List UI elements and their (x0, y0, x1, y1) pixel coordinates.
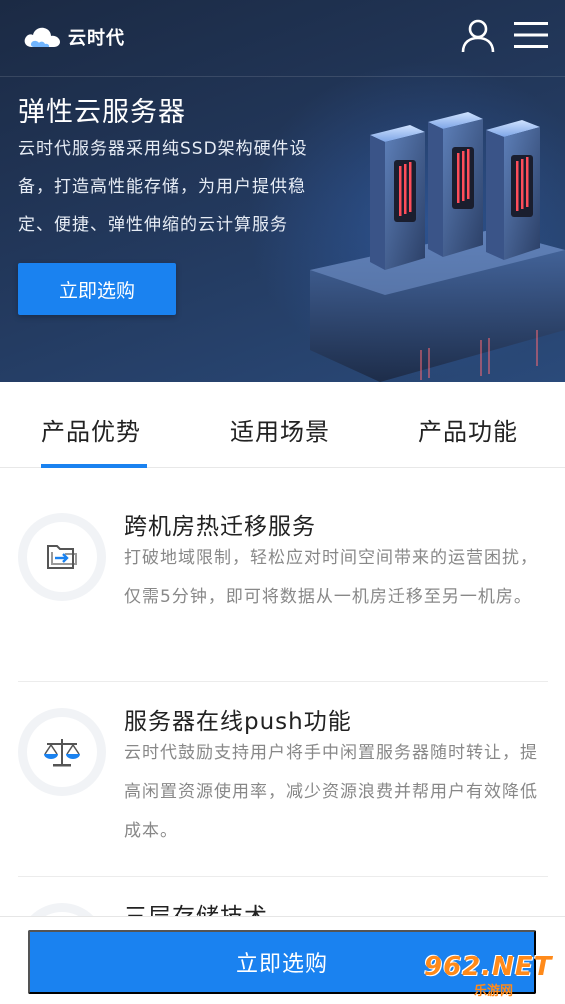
cloud-logo-icon (24, 27, 60, 47)
feature-description: 打破地域限制，轻松应对时间空间带来的运营困扰，仅需5分钟，即可将数据从一机房迁移… (124, 548, 538, 607)
tab-active-indicator (41, 464, 147, 468)
divider (18, 681, 548, 682)
logo[interactable]: 云时代 (22, 24, 125, 50)
hero-title: 弹性云服务器 (18, 97, 186, 128)
user-icon[interactable] (460, 18, 496, 54)
divider (18, 876, 548, 877)
feature-description: 云时代鼓励支持用户将手中闲置服务器随时转让，提高闲置资源使用率，减少资源浪费并帮… (124, 743, 538, 841)
server-rack-illustration (310, 112, 565, 382)
hero-description: 云时代服务器采用纯SSD架构硬件设备，打造高性能存储，为用户提供稳定、便捷、弹性… (18, 139, 308, 235)
watermark-main-text: 962.NET (424, 952, 553, 982)
feature-title: 服务器在线push功能 (124, 709, 352, 735)
feature-item: 服务器在线push功能 云时代鼓励支持用户将手中闲置服务器随时转让，提高闲置资源… (18, 700, 548, 870)
tab-product-advantages[interactable]: 产品优势 (41, 412, 141, 447)
top-bar: 云时代 (0, 0, 565, 76)
tab-product-features[interactable]: 产品功能 (418, 412, 518, 447)
folder-transfer-icon (47, 545, 77, 569)
feature-item: 跨机房热迁移服务 打破地域限制，轻松应对时间空间带来的运营困扰，仅需5分钟，即可… (18, 505, 548, 675)
topbar-divider (0, 76, 565, 77)
tab-use-cases[interactable]: 适用场景 (230, 412, 330, 447)
balance-scale-icon (44, 739, 80, 767)
tab-bar: 产品优势 适用场景 产品功能 (0, 382, 565, 468)
watermark-logo: 962.NET 乐游网 (424, 952, 558, 999)
feature-icon-circle (18, 708, 106, 796)
hero-buy-button[interactable]: 立即选购 (18, 263, 176, 315)
feature-icon-circle (18, 513, 106, 601)
menu-icon[interactable] (514, 20, 548, 50)
watermark-sub-text: 乐游网 (474, 984, 514, 999)
feature-title: 跨机房热迁移服务 (124, 514, 316, 540)
hero-banner: 云时代 弹性云服务器 云时代服务器采用纯SSD架构硬件设备，打造高性能存储，为用… (0, 0, 565, 382)
logo-text: 云时代 (68, 28, 125, 49)
